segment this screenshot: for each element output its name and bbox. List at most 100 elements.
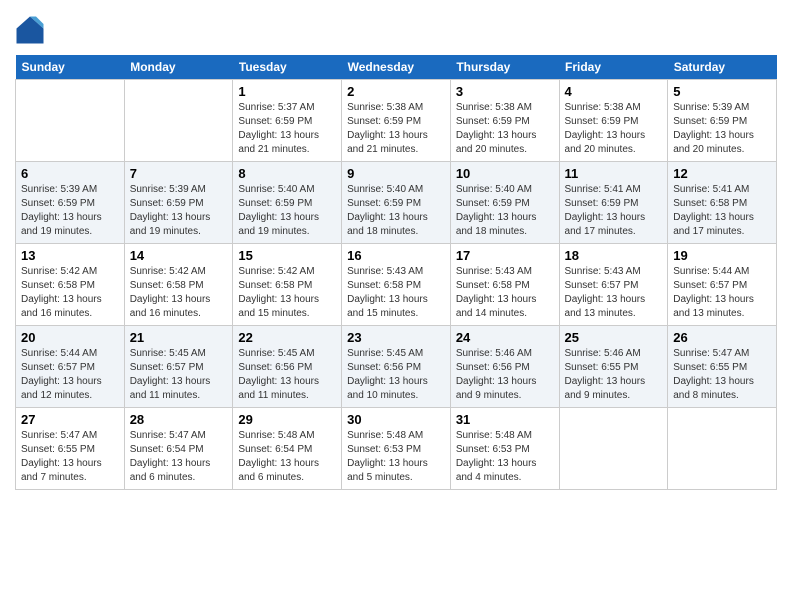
logo [15, 15, 49, 45]
day-number: 1 [238, 84, 336, 99]
day-info: Sunrise: 5:46 AM Sunset: 6:56 PM Dayligh… [456, 347, 554, 403]
day-number: 7 [130, 166, 228, 181]
day-number: 24 [456, 330, 554, 345]
day-number: 16 [347, 248, 445, 263]
day-cell: 4 Sunrise: 5:38 AM Sunset: 6:59 PM Daylig… [559, 80, 668, 162]
day-info: Sunrise: 5:40 AM Sunset: 6:59 PM Dayligh… [347, 183, 445, 239]
day-number: 19 [673, 248, 771, 263]
day-cell: 6 Sunrise: 5:39 AM Sunset: 6:59 PM Daylig… [16, 162, 125, 244]
page-header [15, 15, 777, 45]
day-info: Sunrise: 5:45 AM Sunset: 6:57 PM Dayligh… [130, 347, 228, 403]
day-cell: 20 Sunrise: 5:44 AM Sunset: 6:57 PM Dayli… [16, 326, 125, 408]
day-info: Sunrise: 5:47 AM Sunset: 6:54 PM Dayligh… [130, 429, 228, 485]
day-number: 6 [21, 166, 119, 181]
day-info: Sunrise: 5:42 AM Sunset: 6:58 PM Dayligh… [130, 265, 228, 321]
day-info: Sunrise: 5:45 AM Sunset: 6:56 PM Dayligh… [238, 347, 336, 403]
day-cell: 19 Sunrise: 5:44 AM Sunset: 6:57 PM Dayli… [668, 244, 777, 326]
day-cell: 3Sunrise: 5:38 AM Sunset: 6:59 PM Daylig… [450, 80, 559, 162]
day-cell: 12 Sunrise: 5:41 AM Sunset: 6:58 PM Dayli… [668, 162, 777, 244]
day-cell: 22 Sunrise: 5:45 AM Sunset: 6:56 PM Dayli… [233, 326, 342, 408]
day-info: Sunrise: 5:44 AM Sunset: 6:57 PM Dayligh… [673, 265, 771, 321]
day-number: 20 [21, 330, 119, 345]
day-number: 31 [456, 412, 554, 427]
day-number: 12 [673, 166, 771, 181]
day-cell: 31 Sunrise: 5:48 AM Sunset: 6:53 PM Dayli… [450, 408, 559, 490]
column-header-sunday: Sunday [16, 55, 125, 80]
day-cell: 23Sunrise: 5:45 AM Sunset: 6:56 PM Dayli… [342, 326, 451, 408]
day-cell: 16 Sunrise: 5:43 AM Sunset: 6:58 PM Dayli… [342, 244, 451, 326]
day-cell: 5Sunrise: 5:39 AM Sunset: 6:59 PM Daylig… [668, 80, 777, 162]
day-cell: 14 Sunrise: 5:42 AM Sunset: 6:58 PM Dayli… [124, 244, 233, 326]
day-number: 8 [238, 166, 336, 181]
column-header-thursday: Thursday [450, 55, 559, 80]
day-number: 22 [238, 330, 336, 345]
day-cell: 11 Sunrise: 5:41 AM Sunset: 6:59 PM Dayli… [559, 162, 668, 244]
day-info: Sunrise: 5:43 AM Sunset: 6:58 PM Dayligh… [347, 265, 445, 321]
day-cell: 17 Sunrise: 5:43 AM Sunset: 6:58 PM Dayli… [450, 244, 559, 326]
day-info: Sunrise: 5:45 AM Sunset: 6:56 PM Dayligh… [347, 347, 445, 403]
day-cell: 28 Sunrise: 5:47 AM Sunset: 6:54 PM Dayli… [124, 408, 233, 490]
day-number: 29 [238, 412, 336, 427]
column-header-monday: Monday [124, 55, 233, 80]
day-info: Sunrise: 5:48 AM Sunset: 6:53 PM Dayligh… [456, 429, 554, 485]
week-row-1: 1 Sunrise: 5:37 AM Sunset: 6:59 PM Daylig… [16, 80, 777, 162]
day-cell: 8 Sunrise: 5:40 AM Sunset: 6:59 PM Daylig… [233, 162, 342, 244]
day-cell: 15Sunrise: 5:42 AM Sunset: 6:58 PM Dayli… [233, 244, 342, 326]
day-info: Sunrise: 5:47 AM Sunset: 6:55 PM Dayligh… [21, 429, 119, 485]
day-number: 28 [130, 412, 228, 427]
day-info: Sunrise: 5:43 AM Sunset: 6:58 PM Dayligh… [456, 265, 554, 321]
day-cell [559, 408, 668, 490]
day-info: Sunrise: 5:40 AM Sunset: 6:59 PM Dayligh… [456, 183, 554, 239]
day-cell: 13Sunrise: 5:42 AM Sunset: 6:58 PM Dayli… [16, 244, 125, 326]
day-cell: 1 Sunrise: 5:37 AM Sunset: 6:59 PM Daylig… [233, 80, 342, 162]
day-info: Sunrise: 5:41 AM Sunset: 6:59 PM Dayligh… [565, 183, 663, 239]
day-number: 11 [565, 166, 663, 181]
day-info: Sunrise: 5:39 AM Sunset: 6:59 PM Dayligh… [21, 183, 119, 239]
day-cell: 26 Sunrise: 5:47 AM Sunset: 6:55 PM Dayli… [668, 326, 777, 408]
day-number: 4 [565, 84, 663, 99]
day-number: 14 [130, 248, 228, 263]
day-info: Sunrise: 5:48 AM Sunset: 6:53 PM Dayligh… [347, 429, 445, 485]
day-cell: 21 Sunrise: 5:45 AM Sunset: 6:57 PM Dayli… [124, 326, 233, 408]
day-cell: 25Sunrise: 5:46 AM Sunset: 6:55 PM Dayli… [559, 326, 668, 408]
day-number: 17 [456, 248, 554, 263]
day-info: Sunrise: 5:44 AM Sunset: 6:57 PM Dayligh… [21, 347, 119, 403]
day-info: Sunrise: 5:41 AM Sunset: 6:58 PM Dayligh… [673, 183, 771, 239]
day-number: 13 [21, 248, 119, 263]
column-header-friday: Friday [559, 55, 668, 80]
week-row-4: 20 Sunrise: 5:44 AM Sunset: 6:57 PM Dayli… [16, 326, 777, 408]
calendar-table: SundayMondayTuesdayWednesdayThursdayFrid… [15, 55, 777, 490]
day-number: 2 [347, 84, 445, 99]
day-cell: 2Sunrise: 5:38 AM Sunset: 6:59 PM Daylig… [342, 80, 451, 162]
day-info: Sunrise: 5:43 AM Sunset: 6:57 PM Dayligh… [565, 265, 663, 321]
day-number: 18 [565, 248, 663, 263]
day-number: 5 [673, 84, 771, 99]
day-cell [16, 80, 125, 162]
day-cell: 29Sunrise: 5:48 AM Sunset: 6:54 PM Dayli… [233, 408, 342, 490]
day-number: 26 [673, 330, 771, 345]
column-header-saturday: Saturday [668, 55, 777, 80]
week-row-3: 13 Sunrise: 5:42 AM Sunset: 6:58 PM Dayli… [16, 244, 777, 326]
week-row-2: 6 Sunrise: 5:39 AM Sunset: 6:59 PM Daylig… [16, 162, 777, 244]
header-row: SundayMondayTuesdayWednesdayThursdayFrid… [16, 55, 777, 80]
day-info: Sunrise: 5:47 AM Sunset: 6:55 PM Dayligh… [673, 347, 771, 403]
day-cell: 27Sunrise: 5:47 AM Sunset: 6:55 PM Dayli… [16, 408, 125, 490]
day-number: 30 [347, 412, 445, 427]
day-info: Sunrise: 5:39 AM Sunset: 6:59 PM Dayligh… [130, 183, 228, 239]
week-row-5: 27Sunrise: 5:47 AM Sunset: 6:55 PM Dayli… [16, 408, 777, 490]
logo-icon [15, 15, 45, 45]
day-cell [124, 80, 233, 162]
day-info: Sunrise: 5:38 AM Sunset: 6:59 PM Dayligh… [456, 101, 554, 157]
day-info: Sunrise: 5:38 AM Sunset: 6:59 PM Dayligh… [565, 101, 663, 157]
day-info: Sunrise: 5:37 AM Sunset: 6:59 PM Dayligh… [238, 101, 336, 157]
day-info: Sunrise: 5:40 AM Sunset: 6:59 PM Dayligh… [238, 183, 336, 239]
day-info: Sunrise: 5:42 AM Sunset: 6:58 PM Dayligh… [238, 265, 336, 321]
day-number: 21 [130, 330, 228, 345]
day-cell: 7 Sunrise: 5:39 AM Sunset: 6:59 PM Daylig… [124, 162, 233, 244]
column-header-tuesday: Tuesday [233, 55, 342, 80]
day-cell: 30 Sunrise: 5:48 AM Sunset: 6:53 PM Dayli… [342, 408, 451, 490]
day-cell [668, 408, 777, 490]
day-cell: 24 Sunrise: 5:46 AM Sunset: 6:56 PM Dayli… [450, 326, 559, 408]
day-number: 9 [347, 166, 445, 181]
day-number: 25 [565, 330, 663, 345]
